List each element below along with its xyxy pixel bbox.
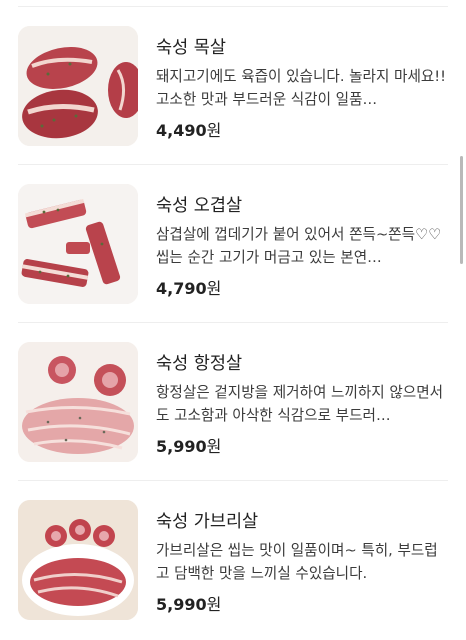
product-price: 4,490원 — [156, 117, 221, 141]
divider — [18, 6, 448, 7]
product-name: 숙성 항정살 — [156, 354, 243, 374]
divider — [18, 164, 448, 165]
product-item-ogyeopsal[interactable]: 숙성 오겹살 삼겹살에 껍데기가 붙어 있어서 쫀득~쫀득♡♡ 씹는 순간 고기… — [0, 166, 460, 324]
price-value: 4,490 — [156, 121, 207, 140]
pork-neck-photo[interactable] — [18, 26, 138, 146]
product-description: 삼겹살에 껍데기가 붙어 있어서 쫀득~쫀득♡♡ 씹는 순간 고기가 머금고 있… — [156, 226, 442, 266]
scrollbar[interactable] — [460, 156, 463, 264]
product-name: 숙성 목살 — [156, 38, 226, 58]
product-description: 항정살은 겉지방을 제거하여 느끼하지 않으면서도 고소함과 아삭한 식감으로 … — [156, 384, 444, 424]
product-item-hangjeongsal[interactable]: 숙성 항정살 항정살은 겉지방을 제거하여 느끼하지 않으면서도 고소함과 아삭… — [0, 324, 460, 482]
product-price: 5,990원 — [156, 433, 221, 457]
currency-unit: 원 — [206, 595, 222, 614]
product-item-gabeurisal[interactable]: 숙성 가브리살 가브리살은 씹는 맛이 일품이며~ 특히, 부드럽고 담백한 맛… — [0, 482, 460, 640]
price-value: 5,990 — [156, 437, 207, 456]
divider — [18, 480, 448, 481]
product-description: 가브리살은 씹는 맛이 일품이며~ 특히, 부드럽고 담백한 맛을 느끼실 수있… — [156, 542, 438, 582]
currency-unit: 원 — [206, 279, 222, 298]
product-item-moksal[interactable]: 숙성 목살 돼지고기에도 육즙이 있습니다. 놀라지 마세요!! 고소한 맛과 … — [0, 8, 460, 166]
divider — [18, 322, 448, 323]
pork-belly-skin-photo[interactable] — [18, 184, 138, 304]
product-name: 숙성 오겹살 — [156, 196, 243, 216]
currency-unit: 원 — [206, 121, 222, 140]
pork-gabri-photo[interactable] — [18, 500, 138, 620]
product-price: 4,790원 — [156, 275, 221, 299]
currency-unit: 원 — [206, 437, 222, 456]
product-price: 5,990원 — [156, 591, 221, 615]
product-description: 돼지고기에도 육즙이 있습니다. 놀라지 마세요!! 고소한 맛과 부드러운 식… — [156, 68, 446, 108]
pork-jowl-photo[interactable] — [18, 342, 138, 462]
price-value: 4,790 — [156, 279, 207, 298]
product-name: 숙성 가브리살 — [156, 512, 259, 532]
price-value: 5,990 — [156, 595, 207, 614]
